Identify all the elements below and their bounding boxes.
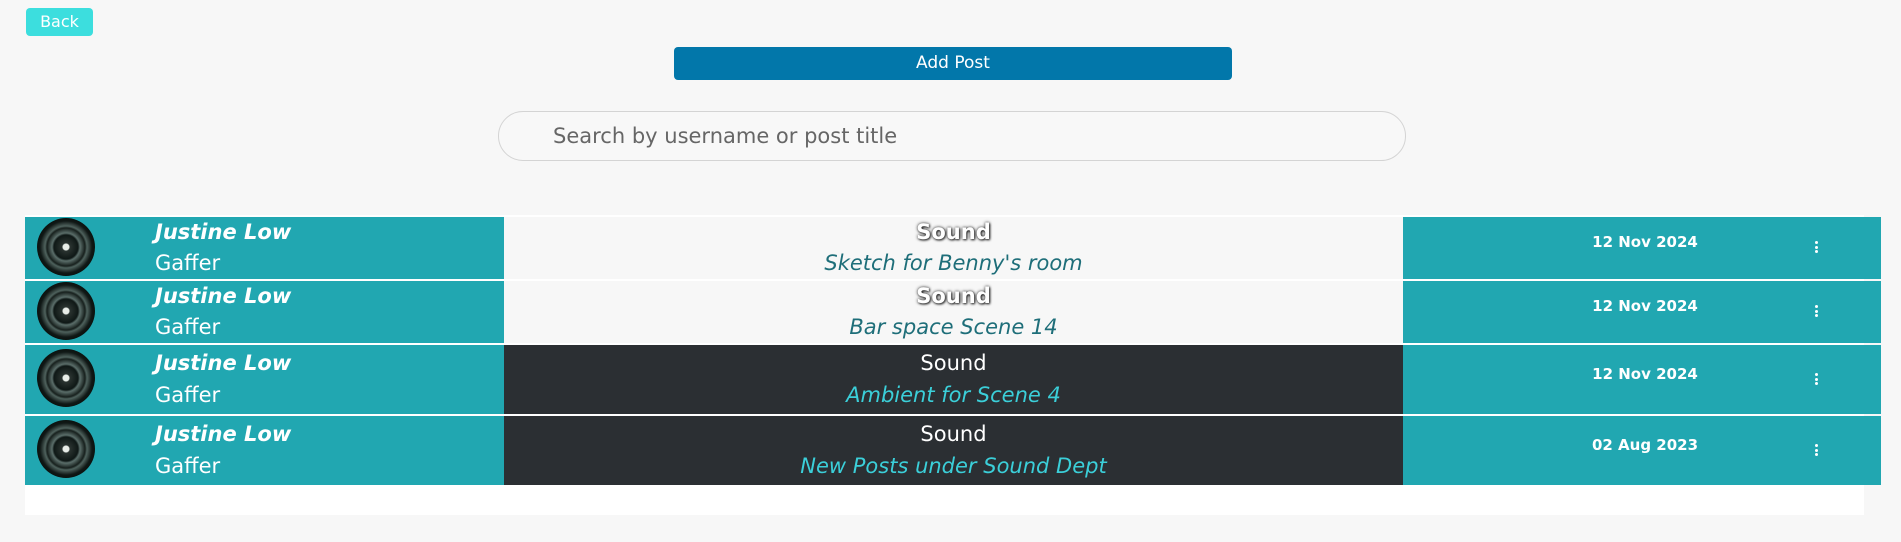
avatar[interactable] bbox=[37, 218, 95, 276]
post-row[interactable]: Justine Low Gaffer Sound Ambient for Sce… bbox=[25, 345, 1881, 414]
post-username: Justine Low bbox=[155, 351, 292, 375]
post-department: Sound bbox=[920, 351, 987, 375]
add-post-button[interactable]: Add Post bbox=[674, 47, 1232, 80]
post-author-cell: Justine Low Gaffer bbox=[25, 217, 504, 279]
avatar[interactable] bbox=[37, 282, 95, 340]
post-author-cell: Justine Low Gaffer bbox=[25, 281, 504, 343]
post-meta-cell: 12 Nov 2024 bbox=[1403, 217, 1881, 279]
post-username: Justine Low bbox=[155, 284, 292, 308]
post-meta-cell: 12 Nov 2024 bbox=[1403, 345, 1881, 414]
more-vertical-icon[interactable] bbox=[1815, 444, 1819, 456]
post-user-role: Gaffer bbox=[155, 251, 221, 275]
post-date: 02 Aug 2023 bbox=[1591, 436, 1699, 454]
post-date: 12 Nov 2024 bbox=[1592, 297, 1698, 315]
avatar[interactable] bbox=[37, 349, 95, 407]
post-content-cell[interactable]: Sound Ambient for Scene 4 bbox=[504, 345, 1403, 414]
post-username: Justine Low bbox=[155, 422, 292, 446]
post-row[interactable]: Justine Low Gaffer Sound Bar space Scene… bbox=[25, 281, 1881, 343]
more-vertical-icon[interactable] bbox=[1815, 373, 1819, 385]
post-title[interactable]: Sketch for Benny's room bbox=[504, 249, 1403, 277]
post-row[interactable]: Justine Low Gaffer Sound New Posts under… bbox=[25, 416, 1881, 485]
post-date: 12 Nov 2024 bbox=[1592, 365, 1698, 383]
post-author-cell: Justine Low Gaffer bbox=[25, 416, 504, 485]
search-input[interactable] bbox=[499, 112, 1405, 160]
post-content-cell[interactable]: Sound Bar space Scene 14 bbox=[504, 281, 1403, 343]
post-title[interactable]: Ambient for Scene 4 bbox=[504, 381, 1403, 409]
search-bar bbox=[498, 111, 1406, 161]
post-author-cell: Justine Low Gaffer bbox=[25, 345, 504, 414]
post-username: Justine Low bbox=[155, 220, 292, 244]
post-date: 12 Nov 2024 bbox=[1592, 233, 1698, 251]
avatar[interactable] bbox=[37, 420, 95, 478]
post-department: Sound bbox=[916, 220, 991, 244]
post-user-role: Gaffer bbox=[155, 383, 221, 407]
post-user-role: Gaffer bbox=[155, 454, 221, 478]
post-row[interactable]: Justine Low Gaffer Sound Sketch for Benn… bbox=[25, 217, 1881, 279]
post-user-role: Gaffer bbox=[155, 315, 221, 339]
post-content-cell[interactable]: Sound Sketch for Benny's room bbox=[504, 217, 1403, 279]
more-vertical-icon[interactable] bbox=[1815, 305, 1819, 317]
post-meta-cell: 02 Aug 2023 bbox=[1403, 416, 1881, 485]
post-department: Sound bbox=[916, 284, 991, 308]
back-button[interactable]: Back bbox=[26, 8, 93, 36]
post-title[interactable]: New Posts under Sound Dept bbox=[504, 452, 1403, 480]
post-content-cell[interactable]: Sound New Posts under Sound Dept bbox=[504, 416, 1403, 485]
post-department: Sound bbox=[920, 422, 987, 446]
post-title[interactable]: Bar space Scene 14 bbox=[504, 313, 1403, 341]
more-vertical-icon[interactable] bbox=[1815, 241, 1819, 253]
post-list: Justine Low Gaffer Sound Sketch for Benn… bbox=[25, 215, 1881, 515]
post-meta-cell: 12 Nov 2024 bbox=[1403, 281, 1881, 343]
